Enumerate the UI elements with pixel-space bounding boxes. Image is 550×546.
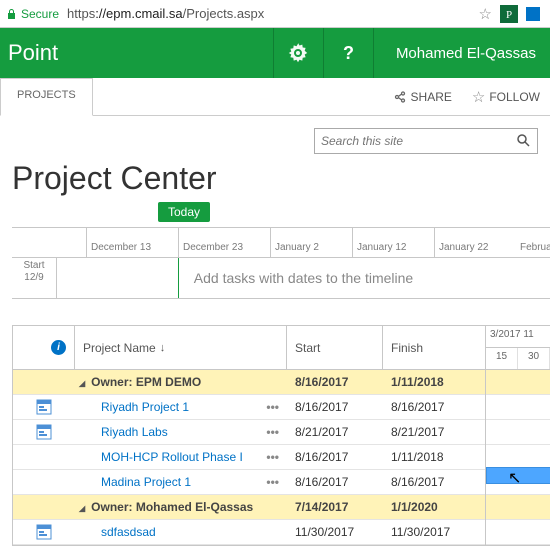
share-icon	[393, 90, 407, 104]
sort-desc-icon: ↓	[156, 342, 166, 354]
grid-header: i Project Name↓ Start Finish	[13, 326, 485, 370]
col-info[interactable]: i	[13, 326, 75, 369]
site-icon	[35, 523, 53, 541]
row-menu-icon[interactable]: •••	[262, 450, 287, 464]
share-button[interactable]: SHARE	[383, 78, 462, 115]
lock-icon	[6, 8, 17, 20]
secure-label: Secure	[21, 7, 59, 21]
project-row[interactable]: MOH-HCP Rollout Phase I••• 8/16/2017 1/1…	[13, 445, 485, 470]
today-marker: Today	[158, 202, 210, 222]
site-icon	[35, 398, 53, 416]
project-row[interactable]: Riyadh Labs••• 8/21/2017 8/21/2017	[13, 420, 485, 445]
star-icon: ☆	[472, 88, 485, 106]
publisher-icon[interactable]: P	[500, 5, 518, 23]
site-icon	[35, 423, 53, 441]
project-row[interactable]: Madina Project 1••• 8/16/2017 8/16/2017	[13, 470, 485, 495]
col-start[interactable]: Start	[287, 326, 383, 369]
collapse-icon[interactable]	[79, 500, 89, 514]
timeline-hint[interactable]: Add tasks with dates to the timeline	[56, 258, 550, 298]
bookmark-star-icon[interactable]: ☆	[479, 5, 492, 23]
search-input[interactable]	[315, 134, 509, 148]
settings-button[interactable]	[273, 28, 323, 78]
group-row[interactable]: Owner: Mohamed El-Qassas 7/14/2017 1/1/2…	[13, 495, 485, 520]
collapse-icon[interactable]	[79, 375, 89, 389]
browser-address-bar: Secure https://epm.cmail.sa/Projects.asp…	[0, 0, 550, 28]
suite-bar: Point ? Mohamed El-Qassas	[0, 28, 550, 78]
project-row[interactable]: sdfasdsad 11/30/2017 11/30/2017	[13, 520, 485, 545]
row-menu-icon[interactable]: •••	[262, 475, 287, 489]
timeline-start: Start 12/9	[12, 258, 56, 298]
timeline-tick: January 22	[434, 228, 488, 257]
user-menu[interactable]: Mohamed El-Qassas	[373, 28, 550, 78]
timeline-scale: December 13 December 23 January 2 Januar…	[12, 228, 550, 258]
url-field[interactable]: https://epm.cmail.sa/Projects.aspx	[59, 6, 479, 21]
search-button[interactable]	[509, 133, 537, 150]
timeline-tick: December 23	[178, 228, 243, 257]
info-icon: i	[51, 340, 66, 355]
outlook-icon[interactable]	[526, 5, 540, 23]
col-finish[interactable]: Finish	[383, 326, 485, 369]
project-link[interactable]: Madina Project 1	[79, 475, 191, 489]
project-link[interactable]: Riyadh Project 1	[79, 400, 189, 414]
secure-indicator: Secure	[4, 7, 59, 21]
follow-button[interactable]: ☆ FOLLOW	[462, 78, 550, 115]
gantt-subheader: 1530	[486, 348, 550, 370]
cursor-icon: ↖	[508, 468, 521, 488]
project-link[interactable]: MOH-HCP Rollout Phase I	[79, 450, 243, 464]
row-menu-icon[interactable]: •••	[262, 425, 287, 439]
timeline-tick: January 12	[352, 228, 406, 257]
timeline-tick: December 13	[86, 228, 151, 257]
col-project-name[interactable]: Project Name↓	[75, 326, 287, 369]
ribbon: PROJECTS SHARE ☆ FOLLOW	[0, 78, 550, 116]
timeline[interactable]: Today December 13 December 23 January 2 …	[12, 227, 550, 299]
project-link[interactable]: sdfasdsad	[79, 525, 156, 539]
search-box[interactable]	[314, 128, 538, 154]
help-button[interactable]: ?	[323, 28, 373, 78]
project-link[interactable]: Riyadh Labs	[79, 425, 168, 439]
brand-label: Point	[0, 40, 273, 66]
project-row[interactable]: Riyadh Project 1••• 8/16/2017 8/16/2017	[13, 395, 485, 420]
question-icon: ?	[343, 43, 354, 64]
svg-text:P: P	[506, 9, 512, 21]
timeline-tick: February	[516, 228, 550, 257]
page-title: Project Center	[12, 160, 550, 197]
row-menu-icon[interactable]: •••	[262, 400, 287, 414]
tab-projects[interactable]: PROJECTS	[0, 78, 93, 116]
magnifier-icon	[516, 133, 530, 147]
timeline-tick: January 2	[270, 228, 319, 257]
project-grid[interactable]: i Project Name↓ Start Finish Owner: EPM …	[12, 325, 486, 546]
gantt-pane[interactable]: 3/2017 11 1530 ↖	[486, 325, 550, 546]
gantt-rows	[486, 370, 550, 545]
group-row[interactable]: Owner: EPM DEMO 8/16/2017 1/11/2018	[13, 370, 485, 395]
gantt-header: 3/2017 11	[486, 326, 550, 348]
gear-icon	[288, 43, 308, 63]
